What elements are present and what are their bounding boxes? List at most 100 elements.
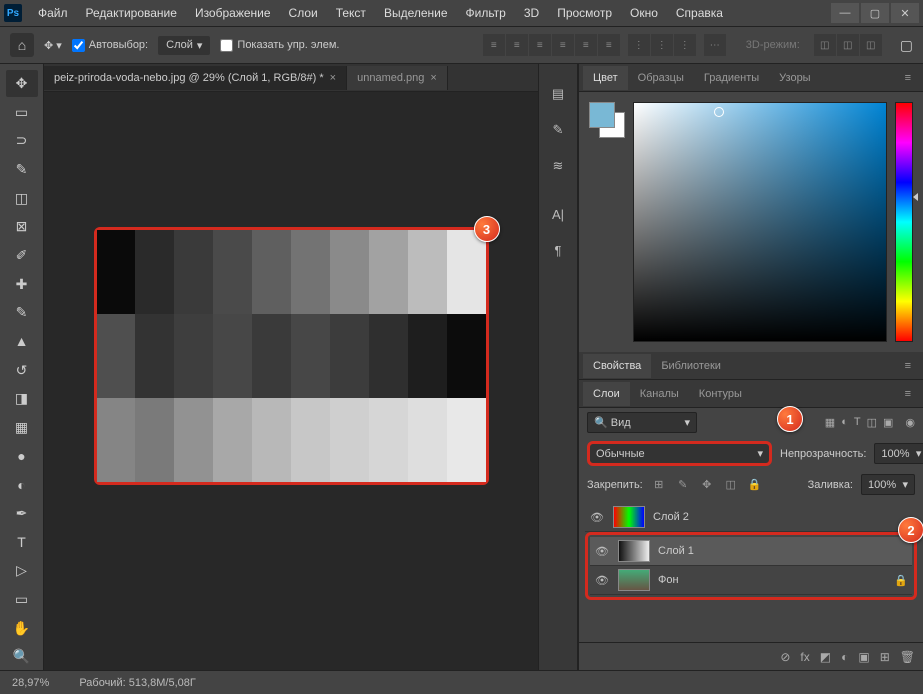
hand-tool[interactable]: ✋ [6, 615, 38, 642]
window-minimize[interactable]: — [831, 3, 859, 23]
close-tab-icon[interactable]: × [430, 72, 436, 84]
window-maximize[interactable]: ▢ [861, 3, 889, 23]
document-tab-1[interactable]: peiz-priroda-voda-nebo.jpg @ 29% (Слой 1… [44, 66, 347, 90]
menu-3d[interactable]: 3D [516, 2, 547, 24]
lock-all-icon[interactable]: 🔒 [747, 478, 763, 491]
dock-character-icon[interactable]: A| [546, 204, 570, 224]
panel-menu-icon[interactable]: ≡ [897, 356, 919, 376]
menu-file[interactable]: Файл [30, 2, 76, 24]
layer-row[interactable]: 👁 Фон 🔒 [590, 566, 912, 595]
marquee-tool[interactable]: ▭ [6, 99, 38, 126]
tab-properties[interactable]: Свойства [583, 354, 651, 378]
stamp-tool[interactable]: ▲ [6, 328, 38, 355]
filter-adjust-icon[interactable]: ◐ [841, 416, 848, 429]
layer-mask-icon[interactable]: ◩ [820, 650, 831, 664]
dodge-tool[interactable]: ◐ [6, 471, 38, 498]
link-layers-icon[interactable]: ⊘ [780, 650, 790, 664]
autoselect-target-dropdown[interactable]: Слой▾ [158, 36, 210, 55]
3d-icon-1[interactable]: ◫ [814, 34, 836, 56]
align-bottom-icon[interactable]: ≡ [598, 34, 620, 56]
layer-row[interactable]: 👁 Слой 1 [590, 537, 912, 566]
adjustment-layer-icon[interactable]: ◐ [841, 650, 848, 664]
more-align-icon[interactable]: ⋯ [704, 34, 726, 56]
layer-kind-dropdown[interactable]: 🔍 Вид▾ [587, 412, 697, 433]
tab-gradients[interactable]: Градиенты [694, 66, 769, 90]
distribute-v-icon[interactable]: ⋮ [651, 34, 673, 56]
menu-window[interactable]: Окно [622, 2, 666, 24]
type-tool[interactable]: T [6, 529, 38, 556]
tab-patterns[interactable]: Узоры [769, 66, 820, 90]
tab-channels[interactable]: Каналы [630, 382, 689, 406]
shape-tool[interactable]: ▭ [6, 586, 38, 613]
visibility-icon[interactable]: 👁 [589, 511, 605, 524]
align-top-icon[interactable]: ≡ [552, 34, 574, 56]
menu-image[interactable]: Изображение [187, 2, 279, 24]
filter-shape-icon[interactable]: ◫ [867, 416, 877, 429]
blend-mode-dropdown[interactable]: Обычные▾ [587, 441, 772, 466]
delete-layer-icon[interactable]: 🗑 [900, 650, 915, 664]
crop-tool[interactable]: ◫ [6, 185, 38, 212]
visibility-icon[interactable]: 👁 [594, 545, 610, 558]
layer-thumb[interactable] [613, 506, 645, 528]
menu-edit[interactable]: Редактирование [78, 2, 185, 24]
tab-libraries[interactable]: Библиотеки [651, 354, 731, 378]
dock-brushes-icon[interactable]: ✎ [546, 120, 570, 140]
layer-row[interactable]: 👁 Слой 2 [585, 503, 917, 532]
status-zoom[interactable]: 28,97% [12, 677, 49, 689]
panel-menu-icon[interactable]: ≡ [897, 68, 919, 88]
foreground-swatch[interactable] [589, 102, 615, 128]
path-select-tool[interactable]: ▷ [6, 557, 38, 584]
dock-adjust-icon[interactable]: ≋ [546, 156, 570, 176]
filter-toggle-icon[interactable]: ◉ [905, 416, 915, 429]
dock-histogram-icon[interactable]: ▤ [546, 84, 570, 104]
layer-name[interactable]: Слой 1 [658, 545, 694, 557]
show-controls-checkbox[interactable]: Показать упр. элем. [220, 39, 339, 52]
autoselect-checkbox[interactable]: Автовыбор: [72, 39, 148, 52]
menu-text[interactable]: Текст [328, 2, 374, 24]
panel-menu-icon[interactable]: ≡ [897, 384, 919, 404]
document-tab-2[interactable]: unnamed.png× [347, 66, 448, 90]
lock-position-icon[interactable]: ✥ [699, 478, 715, 491]
brush-tool[interactable]: ✎ [6, 299, 38, 326]
new-layer-icon[interactable]: ⊞ [880, 650, 890, 664]
3d-icon-2[interactable]: ◫ [837, 34, 859, 56]
gradient-tool[interactable]: ▦ [6, 414, 38, 441]
hue-slider[interactable] [895, 102, 913, 342]
filter-type-icon[interactable]: T [854, 416, 861, 429]
tab-paths[interactable]: Контуры [689, 382, 752, 406]
history-brush-tool[interactable]: ↺ [6, 357, 38, 384]
align-left-icon[interactable]: ≡ [483, 34, 505, 56]
layer-fx-icon[interactable]: fx [800, 650, 809, 664]
opacity-input[interactable]: 100%▾ [874, 443, 923, 464]
lock-pixels-icon[interactable]: ⊞ [651, 478, 667, 491]
layer-thumb[interactable] [618, 569, 650, 591]
status-docsize[interactable]: Рабочий: 513,8M/5,08Г [79, 677, 196, 689]
menu-layer[interactable]: Слои [281, 2, 326, 24]
align-right-icon[interactable]: ≡ [529, 34, 551, 56]
tab-color[interactable]: Цвет [583, 66, 628, 90]
pen-tool[interactable]: ✒ [6, 500, 38, 527]
3d-icon-3[interactable]: ◫ [860, 34, 882, 56]
filter-smart-icon[interactable]: ▣ [883, 416, 893, 429]
color-field[interactable] [633, 102, 887, 342]
home-icon[interactable]: ⌂ [10, 33, 34, 57]
visibility-icon[interactable]: 👁 [594, 574, 610, 587]
dock-paragraph-icon[interactable]: ¶ [546, 240, 570, 260]
window-close[interactable]: ✕ [891, 3, 919, 23]
layer-name[interactable]: Фон [658, 574, 679, 586]
distribute-icon[interactable]: ⋮ [674, 34, 696, 56]
canvas[interactable]: 3 [94, 227, 489, 485]
frame-tool[interactable]: ⊠ [6, 213, 38, 240]
align-center-icon[interactable]: ≡ [506, 34, 528, 56]
eraser-tool[interactable]: ◨ [6, 385, 38, 412]
lock-artboard-icon[interactable]: ◫ [723, 478, 739, 491]
fill-input[interactable]: 100%▾ [861, 474, 915, 495]
eyedropper-tool[interactable]: ✐ [6, 242, 38, 269]
distribute-h-icon[interactable]: ⋮ [628, 34, 650, 56]
close-tab-icon[interactable]: × [330, 72, 336, 84]
menu-filter[interactable]: Фильтр [458, 2, 514, 24]
quick-select-tool[interactable]: ✎ [6, 156, 38, 183]
layer-thumb[interactable] [618, 540, 650, 562]
blur-tool[interactable]: ● [6, 443, 38, 470]
group-icon[interactable]: ▣ [858, 650, 869, 664]
